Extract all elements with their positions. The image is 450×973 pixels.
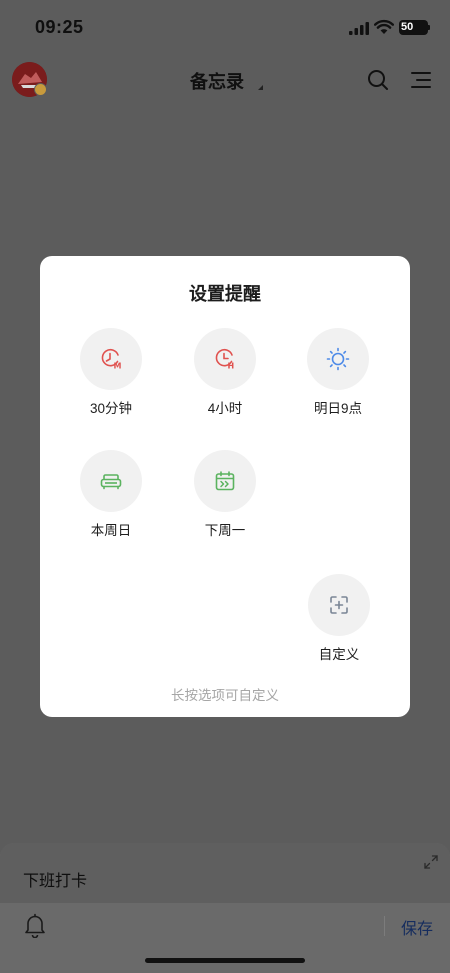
reminder-option-30-min[interactable]: M 30分钟 xyxy=(56,328,166,417)
option-label: 自定义 xyxy=(318,647,360,662)
app-header: 备忘录 xyxy=(0,56,450,104)
sofa-icon xyxy=(100,474,122,490)
option-label: 30分钟 xyxy=(89,401,133,416)
option-icon-circle xyxy=(80,450,142,512)
reminder-option-next-monday[interactable]: 下周一 xyxy=(170,450,280,539)
wifi-icon xyxy=(374,19,394,34)
save-button[interactable]: 保存 xyxy=(401,915,433,939)
note-input[interactable]: 下班打卡 xyxy=(0,843,450,903)
title-dropdown-caret-icon[interactable] xyxy=(258,85,263,90)
clock-h-icon: H xyxy=(215,348,235,371)
option-label: 本周日 xyxy=(90,523,132,538)
option-icon-circle: H xyxy=(194,328,256,390)
status-time: 09:25 xyxy=(35,17,84,37)
clock-m-icon: M xyxy=(101,348,122,371)
reminder-dialog: 设置提醒 M 30分钟 H 4小时 明日9点 本周日 下周一 自定义 长按选项可… xyxy=(40,256,410,717)
menu-icon[interactable] xyxy=(409,69,433,91)
status-bar: 09:25 50 xyxy=(0,0,450,56)
battery-icon: 50 xyxy=(399,20,428,35)
option-icon-circle xyxy=(194,450,256,512)
signal-icon xyxy=(349,22,369,35)
expand-icon[interactable] xyxy=(424,855,438,869)
dialog-hint: 长按选项可自定义 xyxy=(171,688,279,703)
note-editor-sheet: 下班打卡 保存 xyxy=(0,843,450,973)
option-icon-circle xyxy=(308,574,370,636)
toolbar-divider xyxy=(384,916,385,936)
sun-icon xyxy=(326,347,350,371)
calendar-next-icon xyxy=(215,471,235,491)
option-label: 下周一 xyxy=(204,523,246,538)
dialog-title: 设置提醒 xyxy=(189,284,261,304)
reminder-option-tomorrow-9am[interactable]: 明日9点 xyxy=(283,328,393,417)
bell-icon[interactable] xyxy=(22,912,48,938)
option-icon-circle: M xyxy=(80,328,142,390)
option-icon-circle xyxy=(307,328,369,390)
option-label: 明日9点 xyxy=(313,401,362,416)
svg-text:M: M xyxy=(114,362,122,371)
battery-level: 50 xyxy=(401,21,414,33)
home-indicator xyxy=(145,958,305,963)
custom-add-icon xyxy=(330,596,348,614)
reminder-option-4-hours[interactable]: H 4小时 xyxy=(170,328,280,417)
svg-text:H: H xyxy=(228,362,235,371)
battery-nub xyxy=(428,25,430,30)
note-text: 下班打卡 xyxy=(23,873,88,890)
reminder-option-custom[interactable]: 自定义 xyxy=(284,574,394,663)
option-label: 4小时 xyxy=(207,401,243,416)
search-icon[interactable] xyxy=(366,68,390,92)
reminder-option-this-sunday[interactable]: 本周日 xyxy=(56,450,166,539)
